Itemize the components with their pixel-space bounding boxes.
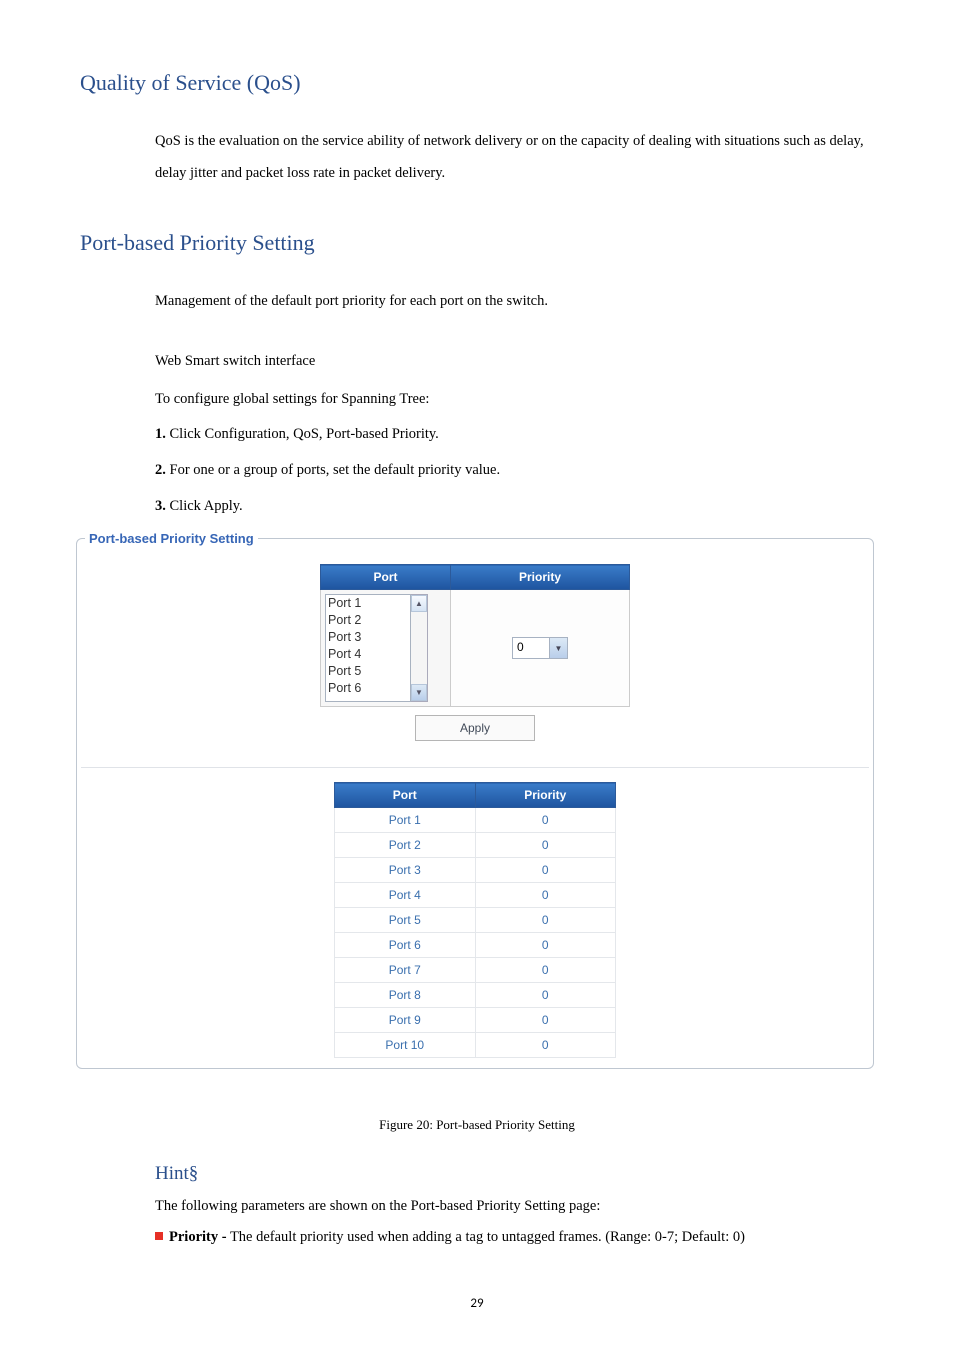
page-number: 29 [0,1296,954,1311]
hint-intro: The following parameters are shown on th… [155,1193,874,1219]
table-row: Port 60 [335,933,616,958]
apply-button[interactable]: Apply [415,715,535,741]
chevron-up-icon: ▲ [415,599,423,608]
listbox-item[interactable]: Port 5 [328,663,410,680]
chevron-down-icon: ▼ [549,638,567,658]
scroll-up-button[interactable]: ▲ [411,595,427,612]
priority-select-value: 0 [513,638,549,658]
priority-desc: The default priority used when adding a … [227,1229,745,1245]
table-row: Port 80 [335,983,616,1008]
step-2-num: 2. [155,462,166,478]
step-2-text: For one or a group of ports, set the def… [166,462,500,478]
listbox-item[interactable]: Port 4 [328,646,410,663]
cell-priority: 0 [475,858,616,883]
interface-line: Web Smart switch interface [155,346,874,378]
step-2: 2. For one or a group of ports, set the … [155,455,874,487]
cell-priority: 0 [475,983,616,1008]
heading-qos: Quality of Service (QoS) [80,70,874,96]
step-3-num: 3. [155,498,166,514]
heading-port-priority: Port-based Priority Setting [80,230,874,256]
status-header-port: Port [335,783,476,808]
heading-hint: Hint§ [155,1163,874,1185]
cell-priority: 0 [475,833,616,858]
cell-port: Port 4 [335,883,476,908]
port-priority-setting-panel: Port-based Priority Setting Port Priorit… [76,531,874,1069]
step-1-text: Click Configuration, QoS, Port-based Pri… [166,426,439,442]
chevron-down-icon: ▼ [415,688,423,697]
cell-port: Port 8 [335,983,476,1008]
cell-port: Port 6 [335,933,476,958]
cell-priority: 0 [475,958,616,983]
cell-port: Port 3 [335,858,476,883]
cell-priority: 0 [475,908,616,933]
step-1-num: 1. [155,426,166,442]
table-row: Port 10 [335,808,616,833]
paragraph-port-priority-desc: Management of the default port priority … [155,286,874,318]
listbox-item[interactable]: Port 1 [328,595,410,612]
config-header-port: Port [321,565,451,590]
port-listbox[interactable]: Port 1Port 2Port 3Port 4Port 5Port 6 [325,594,411,702]
cell-priority: 0 [475,1008,616,1033]
listbox-scrollbar[interactable]: ▲ ▼ [411,594,428,702]
listbox-item[interactable]: Port 3 [328,629,410,646]
listbox-item[interactable]: Port 2 [328,612,410,629]
cell-port: Port 1 [335,808,476,833]
table-row: Port 20 [335,833,616,858]
bullet-icon [155,1232,163,1240]
priority-select[interactable]: 0 ▼ [512,637,568,659]
table-row: Port 90 [335,1008,616,1033]
cell-port: Port 10 [335,1033,476,1058]
scroll-track[interactable] [411,612,427,684]
cell-port: Port 9 [335,1008,476,1033]
cell-priority: 0 [475,883,616,908]
hint-priority-line: Priority - The default priority used whe… [155,1223,874,1252]
config-table: Port Priority Port 1Port 2Port 3Port 4Po… [320,564,630,707]
separator [81,767,869,768]
table-row: Port 100 [335,1033,616,1058]
table-row: Port 50 [335,908,616,933]
step-3: 3. Click Apply. [155,491,874,523]
cell-priority: 0 [475,808,616,833]
cell-priority: 0 [475,933,616,958]
intro-line: To configure global settings for Spannin… [155,384,874,416]
figure-caption: Figure 20: Port-based Priority Setting [80,1117,874,1133]
table-row: Port 40 [335,883,616,908]
fieldset-legend: Port-based Priority Setting [85,531,258,546]
config-header-priority: Priority [451,565,630,590]
cell-port: Port 2 [335,833,476,858]
step-1: 1. Click Configuration, QoS, Port-based … [155,419,874,451]
cell-port: Port 7 [335,958,476,983]
listbox-item[interactable]: Port 6 [328,680,410,697]
status-table: Port Priority Port 10Port 20Port 30Port … [334,782,616,1058]
priority-label: Priority - [169,1229,227,1245]
table-row: Port 30 [335,858,616,883]
step-3-text: Click Apply. [166,498,243,514]
cell-priority: 0 [475,1033,616,1058]
status-header-priority: Priority [475,783,616,808]
table-row: Port 70 [335,958,616,983]
cell-port: Port 5 [335,908,476,933]
scroll-down-button[interactable]: ▼ [411,684,427,701]
paragraph-qos-desc: QoS is the evaluation on the service abi… [155,126,874,190]
